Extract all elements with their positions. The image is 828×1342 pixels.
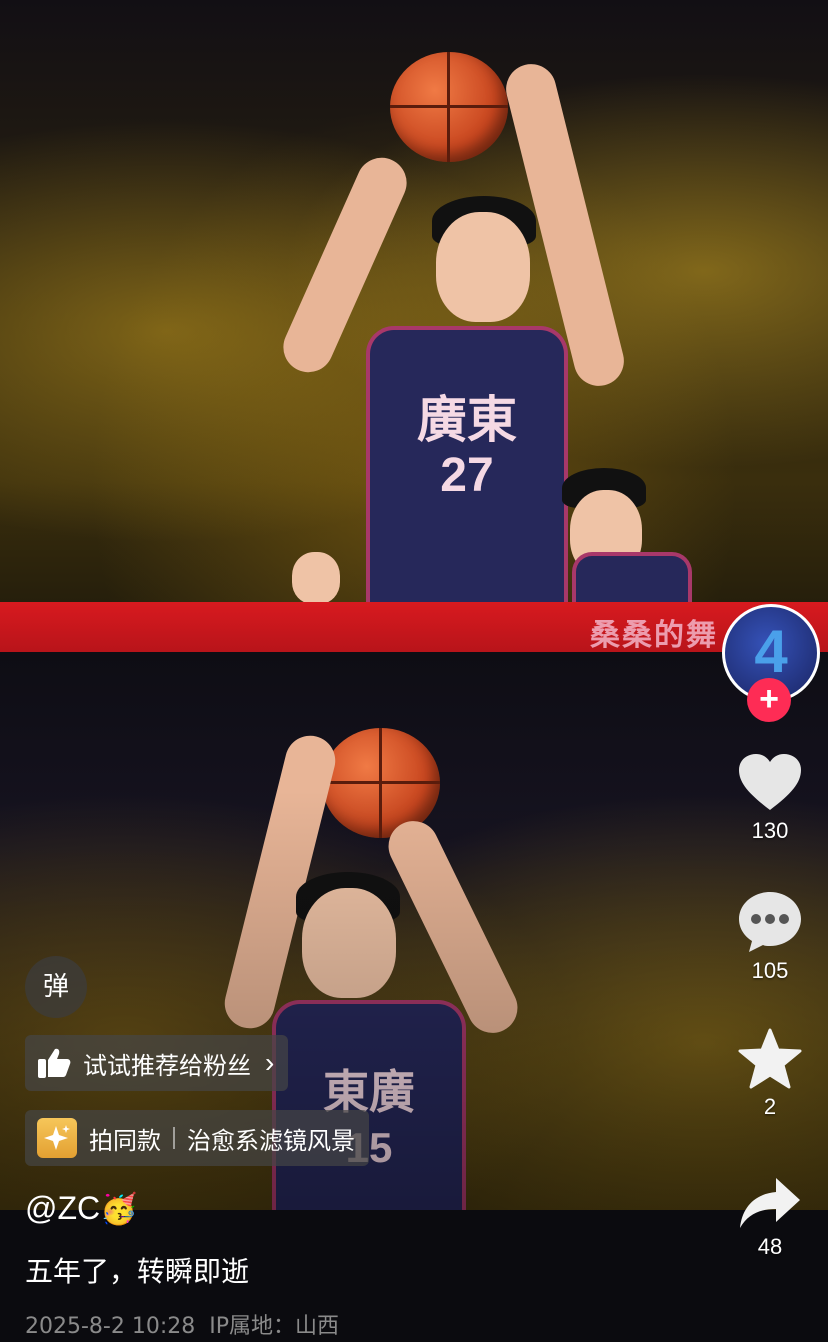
post-meta: 2025-8-2 10:28 IP属地：山西	[25, 1308, 353, 1340]
heart-icon	[739, 754, 801, 810]
comment-count: 105	[751, 958, 789, 983]
follow-button[interactable]: +	[747, 678, 791, 722]
video-player[interactable]: 廣東 27 桑桑的舞 東廣 15	[0, 0, 828, 1210]
avatar-number: 4	[754, 618, 788, 685]
banner-text: 桑桑的舞	[590, 619, 718, 652]
thumbs-up-icon	[38, 1048, 71, 1078]
player-jersey: 廣東 27	[366, 326, 568, 602]
author-username[interactable]: @ZC🥳	[25, 1190, 138, 1227]
like-button[interactable]: 130	[730, 752, 810, 844]
jersey-number: 27	[440, 449, 494, 502]
like-count: 130	[751, 818, 789, 843]
post-date: 2025-8-2 10:28	[25, 1314, 196, 1339]
favorite-button[interactable]: 2	[730, 1028, 810, 1120]
post-caption: 五年了，转瞬即逝	[25, 1255, 250, 1288]
ip-location: IP属地：山西	[209, 1314, 340, 1339]
divider	[173, 1127, 175, 1149]
basketball	[390, 52, 508, 162]
recommend-label: 试试推荐给粉丝	[83, 1051, 251, 1080]
scoreboard-banner: 桑桑的舞	[0, 602, 828, 652]
player-head	[436, 212, 530, 322]
effect-name: 治愈系滤镜风景	[187, 1126, 355, 1155]
share-arrow-icon	[740, 1178, 800, 1228]
template-label: 拍同款	[89, 1126, 161, 1155]
party-face-emoji: 🥳	[100, 1193, 138, 1226]
comment-button[interactable]: 105	[730, 890, 810, 984]
chevron-right-icon: ›	[265, 1047, 275, 1078]
jersey-team: 廣東	[417, 392, 517, 448]
share-button[interactable]: 48	[730, 1176, 810, 1260]
plus-icon: +	[759, 680, 779, 718]
template-button[interactable]: 拍同款 治愈系滤镜风景	[25, 1110, 369, 1166]
defender-jersey	[572, 552, 692, 602]
spectator-head	[292, 552, 340, 602]
star-icon	[738, 1028, 802, 1089]
comment-icon	[739, 892, 801, 952]
sparkle-icon	[37, 1118, 77, 1158]
video-frame-top: 廣東 27	[0, 0, 828, 602]
favorite-count: 2	[763, 1094, 777, 1119]
danmu-toggle-button[interactable]: 弹	[25, 956, 87, 1018]
share-count: 48	[757, 1234, 783, 1259]
recommend-to-fans-button[interactable]: 试试推荐给粉丝 ›	[25, 1035, 289, 1091]
username-text: @ZC	[25, 1190, 101, 1226]
